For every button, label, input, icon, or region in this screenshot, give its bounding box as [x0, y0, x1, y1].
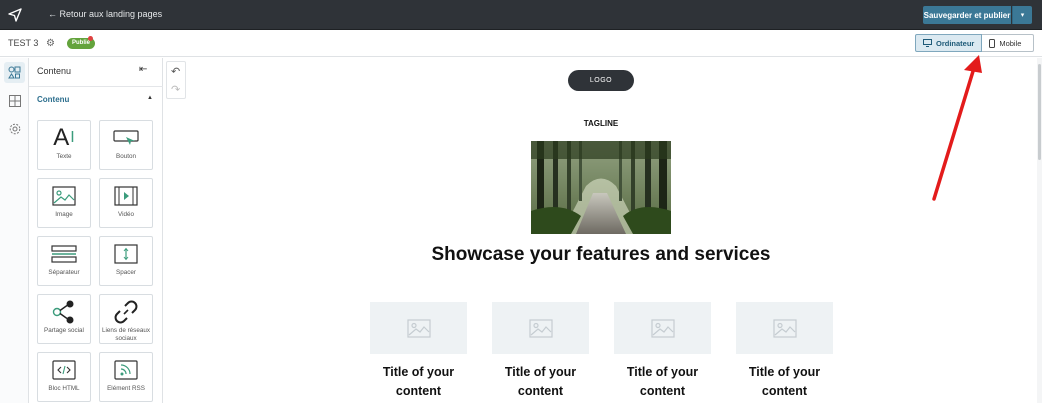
image-placeholder-icon: [406, 318, 431, 338]
feature-title[interactable]: Title of your content: [492, 363, 589, 401]
tagline-text[interactable]: TAGLINE: [562, 119, 640, 128]
top-bar: ← Retour aux landing pages Sauvegarder e…: [0, 0, 1042, 30]
tile-label: Liens de réseaux sociaux: [102, 327, 150, 342]
back-to-landing-pages-link[interactable]: ← Retour aux landing pages: [48, 9, 162, 19]
tile-label: Bloc HTML: [48, 385, 80, 392]
block-tile-text[interactable]: AI Texte: [37, 120, 91, 170]
image-placeholder-icon: [650, 318, 675, 338]
history-controls: ↶ ↷: [166, 61, 186, 99]
feature-card[interactable]: Title of your content: [492, 302, 589, 401]
block-tile-image[interactable]: Image: [37, 178, 91, 228]
tile-label: Image: [55, 211, 73, 218]
link-icon: [100, 299, 152, 325]
desktop-view-button[interactable]: Ordinateur: [915, 34, 983, 52]
headline-text[interactable]: Showcase your features and services: [380, 244, 822, 266]
spacer-icon: [100, 241, 152, 267]
panel-divider: [29, 86, 163, 87]
mobile-view-button[interactable]: Mobile: [982, 34, 1035, 52]
save-options-dropdown-button[interactable]: ▾: [1012, 6, 1032, 24]
tile-label: Vidéo: [118, 211, 134, 218]
logo-placeholder[interactable]: LOGO: [568, 70, 634, 91]
chevron-up-icon[interactable]: ▲: [147, 95, 153, 101]
feature-card[interactable]: Title of your content: [736, 302, 833, 401]
block-tile-divider[interactable]: Séparateur: [37, 236, 91, 286]
collapse-panel-icon[interactable]: ⇤: [139, 64, 147, 75]
image-placeholder[interactable]: [492, 302, 589, 354]
tile-label: Texte: [56, 153, 72, 160]
tile-label: Partage social: [44, 327, 84, 334]
canvas-scrollbar-thumb[interactable]: [1038, 64, 1041, 160]
rail-settings-button[interactable]: [4, 118, 25, 139]
block-tile-html[interactable]: Bloc HTML: [37, 352, 91, 402]
tile-label: Séparateur: [48, 269, 80, 276]
feature-card[interactable]: Title of your content: [370, 302, 467, 401]
status-dot-icon: [88, 36, 93, 41]
paper-plane-icon[interactable]: [6, 6, 24, 24]
rail-layout-button[interactable]: [4, 90, 25, 111]
mobile-view-label: Mobile: [999, 38, 1022, 48]
device-switcher: Ordinateur Mobile: [915, 34, 1035, 52]
image-placeholder[interactable]: [736, 302, 833, 354]
desktop-view-label: Ordinateur: [936, 38, 975, 48]
video-icon: [100, 183, 152, 209]
image-placeholder[interactable]: [614, 302, 711, 354]
button-icon: [100, 125, 152, 151]
block-tile-spacer[interactable]: Spacer: [99, 236, 153, 286]
feature-card[interactable]: Title of your content: [614, 302, 711, 401]
redo-icon[interactable]: ↷: [171, 83, 180, 96]
tile-label: Elément RSS: [107, 385, 145, 392]
share-icon: [38, 299, 90, 325]
block-tile-social-links[interactable]: Liens de réseaux sociaux: [99, 294, 153, 344]
phone-icon: [989, 38, 996, 48]
feature-title[interactable]: Title of your content: [614, 363, 711, 401]
text-icon: AI: [53, 124, 75, 151]
save-and-publish-button[interactable]: Sauvegarder et publier: [923, 6, 1011, 24]
rail-content-button[interactable]: [4, 62, 25, 83]
block-tile-social-share[interactable]: Partage social: [37, 294, 91, 344]
tile-label: Spacer: [116, 269, 136, 276]
section-title[interactable]: Contenu: [37, 95, 69, 104]
undo-icon[interactable]: ↶: [171, 65, 180, 78]
image-placeholder-icon: [528, 318, 553, 338]
block-tile-button[interactable]: Bouton: [99, 120, 153, 170]
tile-label: Bouton: [116, 153, 136, 160]
content-panel: Contenu ⇤ Contenu ▲ AI Texte Bouton Imag…: [29, 58, 163, 403]
divider-icon: [38, 241, 90, 267]
page-info-bar: TEST 3 ⚙ Publié: [0, 30, 1042, 57]
feature-title[interactable]: Title of your content: [370, 363, 467, 401]
feature-title[interactable]: Title of your content: [736, 363, 833, 401]
page-settings-gear-icon[interactable]: ⚙: [46, 38, 55, 49]
left-icon-rail: [0, 58, 29, 403]
image-placeholder[interactable]: [370, 302, 467, 354]
rss-icon: [100, 357, 152, 383]
settings-icon: [9, 123, 20, 134]
block-tile-rss[interactable]: Elément RSS: [99, 352, 153, 402]
page-name[interactable]: TEST 3: [8, 38, 38, 48]
layout-icon: [8, 94, 21, 107]
html-icon: [38, 357, 90, 383]
monitor-icon: [923, 39, 932, 47]
image-placeholder-icon: [772, 318, 797, 338]
image-icon: [38, 183, 90, 209]
hero-image[interactable]: [531, 141, 671, 234]
panel-title: Contenu: [37, 66, 72, 76]
block-tile-video[interactable]: Vidéo: [99, 178, 153, 228]
content-icon: [8, 66, 21, 79]
